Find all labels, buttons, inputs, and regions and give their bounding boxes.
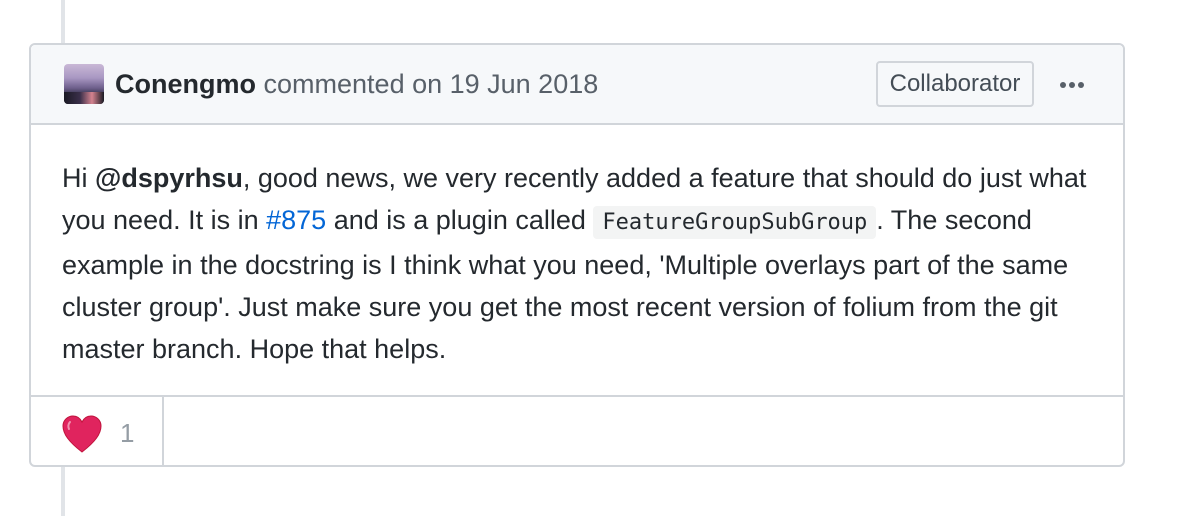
body-text: Hi: [62, 163, 95, 193]
comment-card: Conengmo commented on 19 Jun 2018 Collab…: [29, 43, 1125, 467]
reactions-bar: 1: [31, 395, 1123, 467]
author-link[interactable]: Conengmo: [115, 69, 256, 99]
issue-link[interactable]: #875: [266, 205, 326, 235]
reaction-count: 1: [120, 418, 135, 448]
comment-header-text: Conengmo commented on 19 Jun 2018: [115, 67, 598, 101]
kebab-horizontal-icon[interactable]: [1057, 75, 1089, 95]
comment-header: Conengmo commented on 19 Jun 2018 Collab…: [31, 45, 1123, 125]
comment-timestamp[interactable]: commented on 19 Jun 2018: [264, 69, 599, 99]
heart-icon: [62, 415, 102, 453]
avatar[interactable]: [64, 64, 104, 104]
comment-body: Hi @dspyrhsu, good news, we very recentl…: [62, 157, 1102, 370]
user-mention-link[interactable]: @dspyrhsu: [95, 163, 243, 193]
collaborator-badge: Collaborator: [876, 61, 1034, 107]
inline-code: FeatureGroupSubGroup: [593, 206, 877, 239]
heart-reaction-button[interactable]: 1: [31, 397, 164, 467]
comment-meta-text[interactable]: commented on 19 Jun 2018: [264, 69, 599, 99]
body-text: and is a plugin called: [326, 205, 594, 235]
